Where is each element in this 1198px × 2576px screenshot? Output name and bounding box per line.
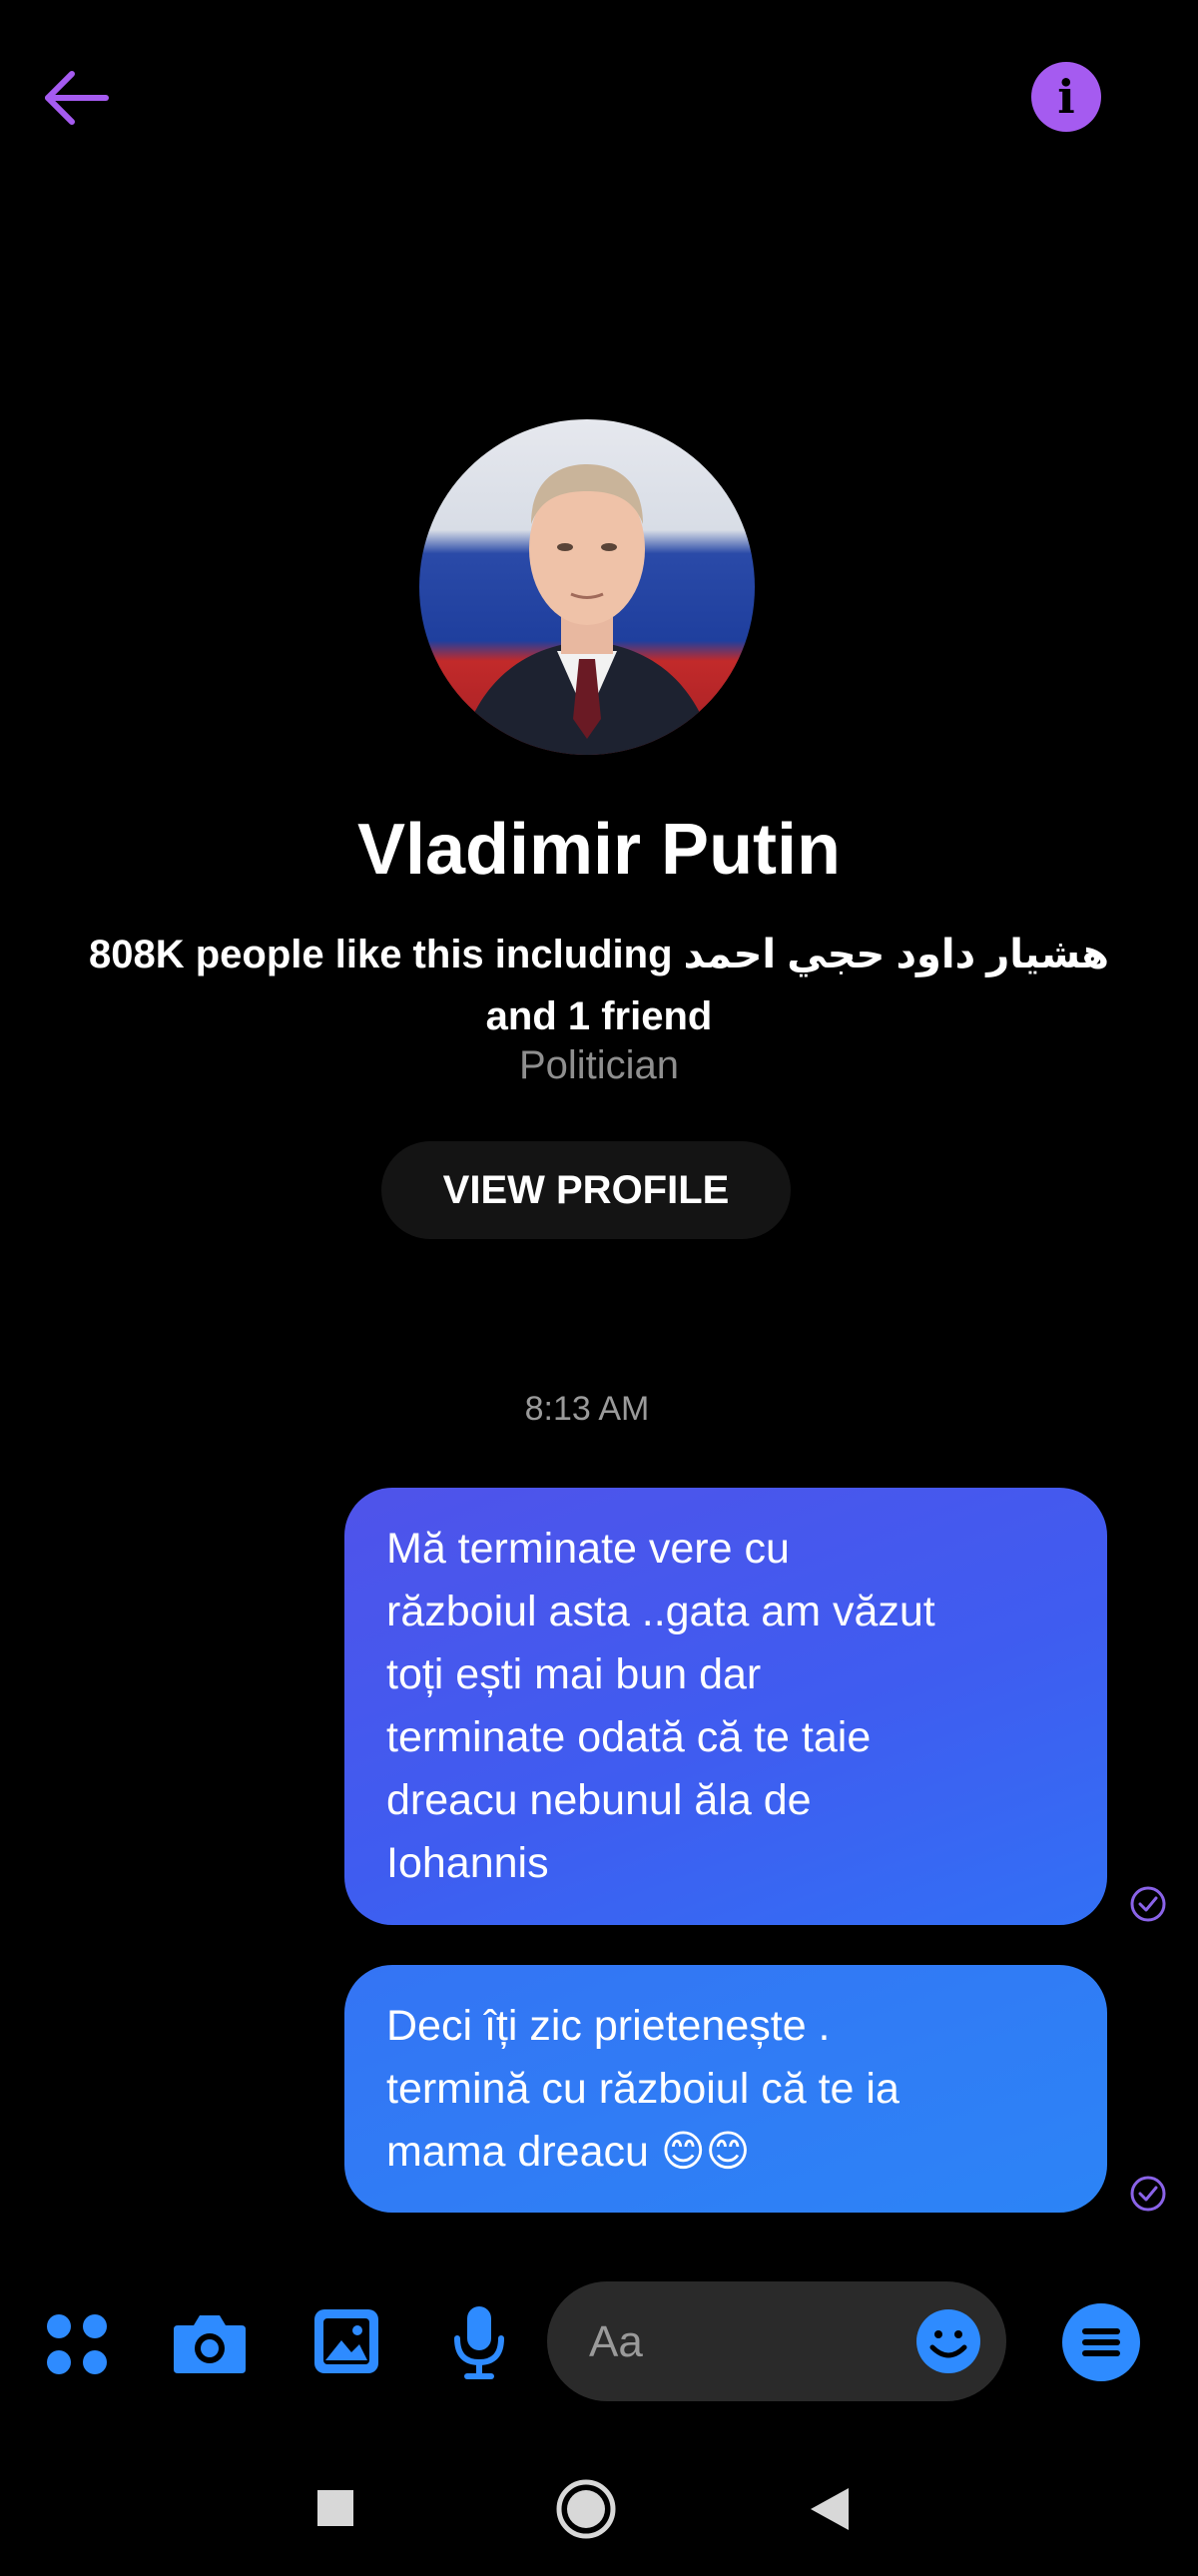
message-line: Mă terminate vere cu	[386, 1525, 790, 1573]
message-line: mama dreacu 😊😊	[386, 2128, 751, 2176]
info-button[interactable]: i	[1031, 62, 1101, 132]
seen-check-icon	[1130, 1886, 1166, 1922]
menu-icon[interactable]	[1060, 2301, 1142, 2383]
arrow-left-icon	[45, 71, 109, 125]
message-line: războiul asta ..gata am văzut	[386, 1588, 935, 1635]
message-line: Iohannis	[386, 1839, 549, 1887]
back-button[interactable]	[40, 60, 120, 140]
microphone-icon[interactable]	[451, 2302, 507, 2382]
likes-info: 808K people like this including هشيار دا…	[60, 924, 1138, 1047]
message-timestamp: 8:13 AM	[524, 1390, 650, 1428]
message-line: terminate odată că te taie	[386, 1713, 872, 1761]
back-triangle-icon[interactable]	[809, 2486, 851, 2532]
profile-name: Vladimir Putin	[356, 810, 842, 890]
emoji-icon[interactable]	[914, 2307, 982, 2375]
view-profile-button[interactable]: VIEW PROFILE	[381, 1141, 791, 1239]
recents-square-icon[interactable]	[315, 2488, 355, 2528]
message-line: toți ești mai bun dar	[386, 1650, 762, 1698]
home-circle-icon[interactable]	[555, 2478, 617, 2540]
likes-line-2: and 1 friend	[485, 994, 713, 1038]
avatar	[419, 419, 755, 755]
likes-line-1: 808K people like this including هشيار دا…	[88, 933, 1110, 976]
message-text-field[interactable]	[587, 2281, 891, 2403]
message-line: dreacu nebunul ăla de	[386, 1776, 812, 1824]
seen-check-icon	[1130, 2176, 1166, 2212]
apps-icon[interactable]	[44, 2311, 110, 2377]
gallery-icon[interactable]	[311, 2306, 381, 2376]
message-bubble[interactable]: Mă terminate vere cu războiul asta ..gat…	[344, 1488, 1107, 1925]
message-line: Deci îți zic prietenește .	[386, 2002, 831, 2050]
info-icon: i	[1057, 70, 1075, 124]
message-bubble[interactable]: Deci îți zic prietenește . termină cu ră…	[344, 1965, 1107, 2213]
profile-category: Politician	[518, 1043, 680, 1087]
camera-icon[interactable]	[172, 2309, 248, 2375]
message-input[interactable]	[547, 2281, 1006, 2403]
message-line: termină cu războiul că te ia	[386, 2065, 899, 2113]
